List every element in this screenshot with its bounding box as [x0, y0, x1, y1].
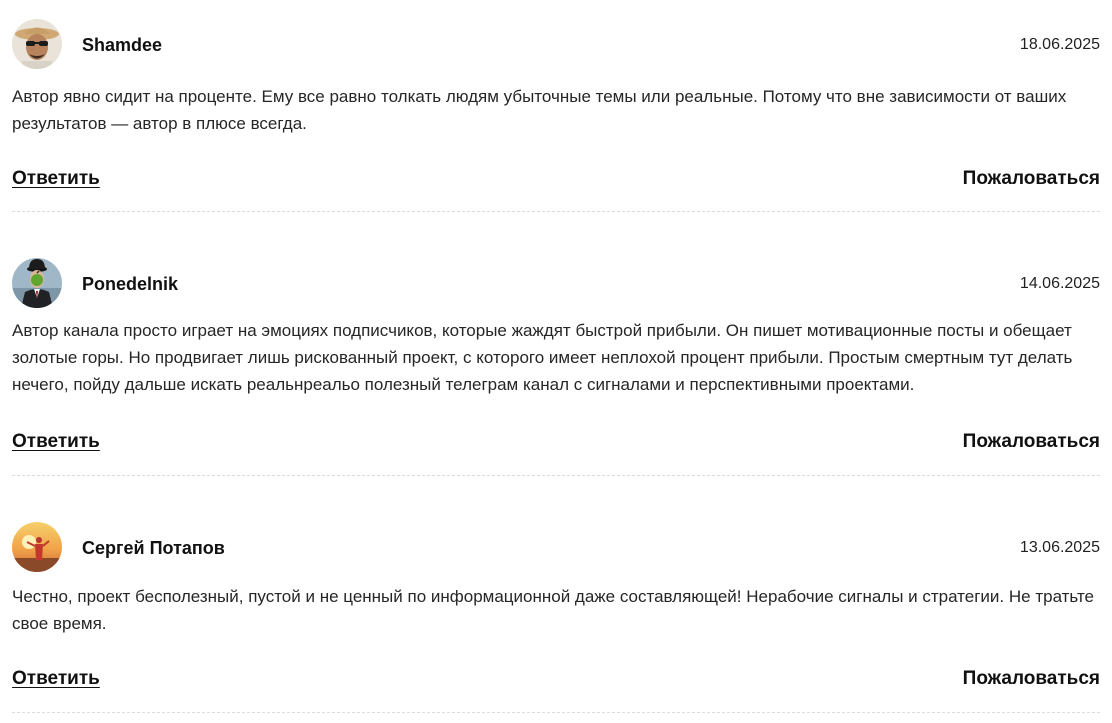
comment-date: 18.06.2025: [1019, 36, 1100, 53]
person-at-sunset-icon: [12, 522, 62, 572]
author-name: Сергей Потапов: [82, 538, 225, 558]
comment-header: Ponedelnik 14.06.2025: [12, 255, 1100, 309]
divider: [12, 475, 1100, 476]
avatar[interactable]: [12, 258, 62, 308]
report-link[interactable]: Пожаловаться: [963, 166, 1100, 192]
comment-actions: Ответить Пожаловаться: [12, 666, 1100, 696]
comment-item: Shamdee 18.06.2025 Автор явно сидит на п…: [12, 16, 1100, 212]
comment-date: 13.06.2025: [1019, 539, 1100, 556]
comment-date: 14.06.2025: [1019, 275, 1100, 292]
comment-text: Автор явно сидит на проценте. Ему все ра…: [12, 87, 1067, 133]
avatar[interactable]: [12, 19, 62, 69]
reply-link[interactable]: Ответить: [12, 666, 100, 692]
comment-header: Shamdee 18.06.2025: [12, 16, 1100, 70]
man-in-bowler-hat-with-apple-icon: [12, 258, 62, 308]
avatar[interactable]: [12, 522, 62, 572]
divider: [12, 211, 1100, 212]
divider: [12, 712, 1100, 713]
author-name: Ponedelnik: [82, 274, 179, 294]
author-name: Shamdee: [82, 35, 163, 55]
comment-header: Сергей Потапов 13.06.2025: [12, 519, 1100, 573]
reply-link[interactable]: Ответить: [12, 166, 100, 192]
comment-text: Честно, проект бесполезный, пустой и не …: [12, 587, 1095, 633]
comment-actions: Ответить Пожаловаться: [12, 166, 1100, 196]
comments-list: Shamdee 18.06.2025 Автор явно сидит на п…: [0, 0, 1112, 723]
man-with-sunglasses-and-hat-icon: [12, 19, 62, 69]
report-link[interactable]: Пожаловаться: [963, 429, 1100, 455]
reply-link[interactable]: Ответить: [12, 429, 100, 455]
comment-text: Автор канала просто играет на эмоциях по…: [12, 321, 1073, 394]
report-link[interactable]: Пожаловаться: [963, 666, 1100, 692]
comment-actions: Ответить Пожаловаться: [12, 429, 1100, 459]
comment-item: Ponedelnik 14.06.2025 Автор канала прост…: [12, 255, 1100, 476]
comment-item: Сергей Потапов 13.06.2025 Честно, проект…: [12, 519, 1100, 713]
